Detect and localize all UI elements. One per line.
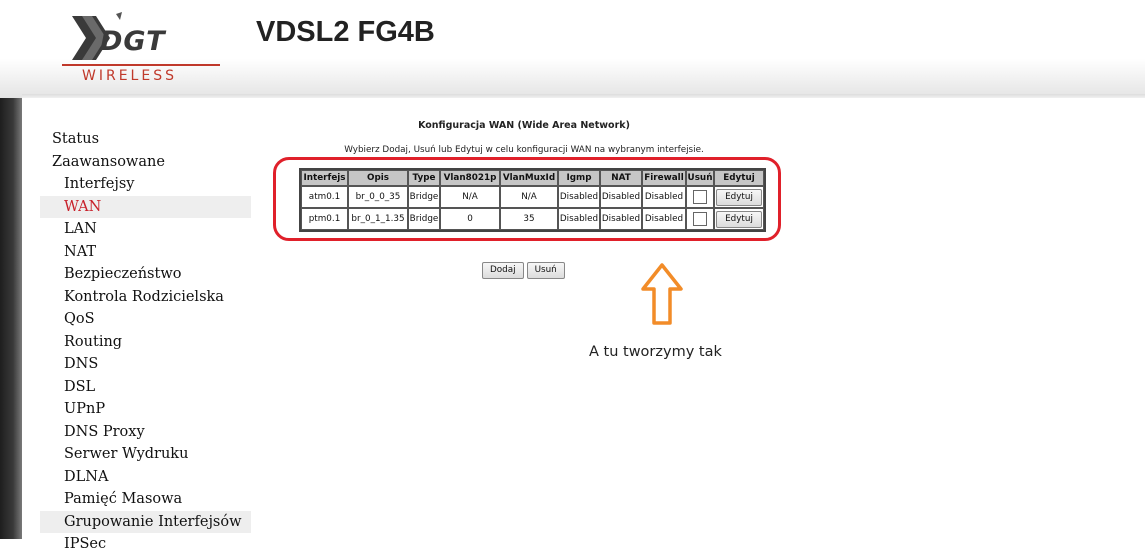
annotation-text: A tu tworzymy tak xyxy=(589,344,722,360)
cell-firewall: Disabled xyxy=(642,208,686,230)
remove-checkbox[interactable] xyxy=(693,190,707,204)
remove-checkbox[interactable] xyxy=(693,212,707,226)
cell-vlanmuxid: N/A xyxy=(500,186,558,208)
cell-edit: Edytuj xyxy=(714,208,764,230)
cell-igmp: Disabled xyxy=(558,186,600,208)
column-header: Edytuj xyxy=(714,170,764,186)
cell-nat: Disabled xyxy=(600,208,642,230)
sidebar-item-nat[interactable]: NAT xyxy=(40,241,251,264)
sidebar-menu: Status Zaawansowane Interfejsy WAN LAN NAT Bez… xyxy=(40,128,251,556)
sidebar-item-lan[interactable]: LAN xyxy=(40,218,251,241)
cell-opis: br_0_0_35 xyxy=(348,186,408,208)
cell-interfejs: ptm0.1 xyxy=(301,208,348,230)
sidebar-item-zaawansowane[interactable]: Zaawansowane xyxy=(40,151,251,174)
cell-edit: Edytuj xyxy=(714,186,764,208)
sidebar-item-dns[interactable]: DNS xyxy=(40,353,251,376)
cell-remove xyxy=(686,186,714,208)
table-row: ptm0.1 br_0_1_1.35 Bridge 0 35 Disabled … xyxy=(301,208,764,230)
cell-firewall: Disabled xyxy=(642,186,686,208)
logo-divider xyxy=(62,64,220,66)
cell-opis: br_0_1_1.35 xyxy=(348,208,408,230)
sidebar-item-status[interactable]: Status xyxy=(40,128,251,151)
sidebar-item-dns-proxy[interactable]: DNS Proxy xyxy=(40,421,251,444)
sidebar-item-bezpieczeństwo[interactable]: Bezpieczeństwo xyxy=(40,263,251,286)
column-header: Igmp xyxy=(558,170,600,186)
sidebar-item-routing[interactable]: Routing xyxy=(40,331,251,354)
logo-sub-text: WIRELESS xyxy=(82,68,177,84)
table-row: atm0.1 br_0_0_35 Bridge N/A N/A Disabled… xyxy=(301,186,764,208)
sidebar-item-serwer-wydruku[interactable]: Serwer Wydruku xyxy=(40,443,251,466)
sidebar-item-pamięć-masowa[interactable]: Pamięć Masowa xyxy=(40,488,251,511)
edit-button[interactable]: Edytuj xyxy=(716,188,762,206)
cell-interfejs: atm0.1 xyxy=(301,186,348,208)
column-header: Vlan8021p xyxy=(440,170,500,186)
cell-vlan8021p: N/A xyxy=(440,186,500,208)
sidebar-item-kontrola-rodzicielska[interactable]: Kontrola Rodzicielska xyxy=(40,286,251,309)
cell-remove xyxy=(686,208,714,230)
sidebar-item-interfejsy[interactable]: Interfejsy xyxy=(40,173,251,196)
cell-type: Bridge xyxy=(408,208,440,230)
cell-type: Bridge xyxy=(408,186,440,208)
sidebar-item-ipsec[interactable]: IPSec xyxy=(40,533,251,556)
sidebar-item-upnp[interactable]: UPnP xyxy=(40,398,251,421)
sidebar-item-wan[interactable]: WAN xyxy=(40,195,251,218)
sidebar-item-dlna[interactable]: DLNA xyxy=(40,466,251,489)
logo-main-text: DGT xyxy=(100,26,166,57)
column-header: Firewall xyxy=(642,170,686,186)
cell-nat: Disabled xyxy=(600,186,642,208)
edit-button[interactable]: Edytuj xyxy=(716,210,762,228)
column-header: Interfejs xyxy=(301,170,348,186)
wan-table: Interfejs Opis Type Vlan8021p VlanMuxId … xyxy=(299,168,766,232)
sidebar-item-grupowanie-interfejsów[interactable]: Grupowanie Interfejsów xyxy=(40,510,251,533)
cell-igmp: Disabled xyxy=(558,208,600,230)
table-header-row: Interfejs Opis Type Vlan8021p VlanMuxId … xyxy=(301,170,764,186)
cell-vlan8021p: 0 xyxy=(440,208,500,230)
column-header: Usuń xyxy=(686,170,714,186)
header-divider xyxy=(22,94,1145,98)
remove-button[interactable]: Usuń xyxy=(526,262,565,279)
add-button[interactable]: Dodaj xyxy=(482,262,524,279)
column-header: Opis xyxy=(348,170,408,186)
product-name: VDSL2 FG4B xyxy=(256,16,435,48)
page-description: Wybierz Dodaj, Usuń lub Edytuj w celu ko… xyxy=(344,145,704,155)
column-header: VlanMuxId xyxy=(500,170,558,186)
action-buttons: Dodaj Usuń xyxy=(482,257,568,279)
sidebar-item-dsl[interactable]: DSL xyxy=(40,376,251,399)
column-header: Type xyxy=(408,170,440,186)
column-header: NAT xyxy=(600,170,642,186)
page-title: Konfiguracja WAN (Wide Area Network) xyxy=(418,120,630,131)
header: DGT WIRELESS VDSL2 FG4B xyxy=(0,0,1145,98)
cell-vlanmuxid: 35 xyxy=(500,208,558,230)
up-arrow-icon xyxy=(641,263,683,325)
sidebar-item-qos[interactable]: QoS xyxy=(40,308,251,331)
